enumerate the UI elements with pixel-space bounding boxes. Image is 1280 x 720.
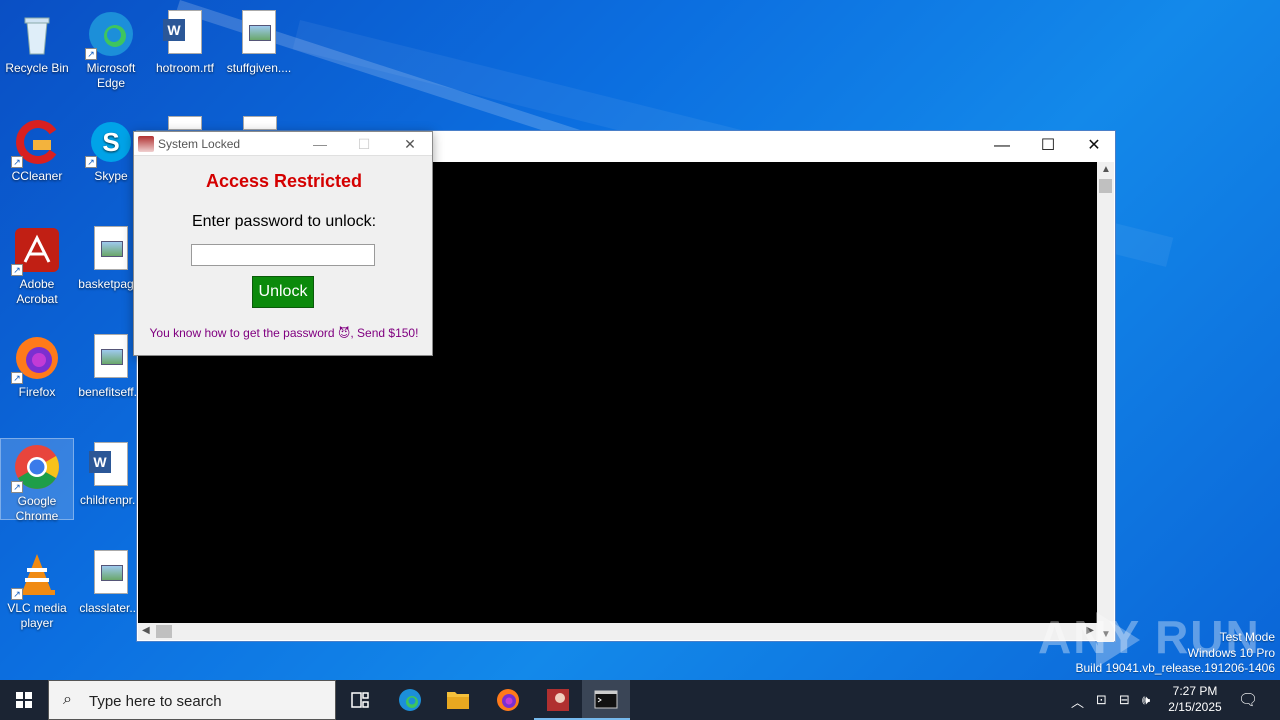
minimize-icon[interactable]: — bbox=[979, 131, 1025, 161]
recycle-bin-icon bbox=[13, 10, 61, 58]
task-view-icon bbox=[351, 692, 369, 708]
dialog-titlebar[interactable]: System Locked — ☐ ✕ bbox=[134, 132, 432, 156]
taskbar-clock[interactable]: 7:27 PM 2/15/2025 bbox=[1160, 683, 1230, 715]
os-version-label: Windows 10 Pro bbox=[1187, 645, 1275, 660]
system-locked-dialog[interactable]: System Locked — ☐ ✕ Access Restricted En… bbox=[133, 131, 433, 356]
start-button[interactable] bbox=[0, 680, 48, 720]
vlc-icon: ↗ bbox=[11, 550, 61, 600]
scroll-up-icon[interactable]: ▲ bbox=[1101, 164, 1111, 175]
maximize-icon: ☐ bbox=[357, 136, 371, 152]
edge-icon bbox=[399, 689, 421, 711]
ccleaner-icon: ↗ bbox=[11, 118, 61, 168]
password-prompt: Enter password to unlock: bbox=[191, 213, 377, 230]
test-mode-label: Test Mode bbox=[1219, 630, 1275, 644]
search-placeholder: Type here to search bbox=[89, 693, 222, 710]
desktop-icon-firefox[interactable]: ↗ Firefox bbox=[0, 330, 74, 400]
locker-app-icon bbox=[547, 689, 569, 711]
desktop-icon-label: Google Chrome bbox=[15, 494, 59, 523]
desktop-icon-hotroom[interactable]: W hotroom.rtf bbox=[148, 6, 222, 76]
desktop-icon-google-chrome[interactable]: ↗ Google Chrome bbox=[0, 438, 74, 523]
horizontal-scrollbar[interactable]: ◀ ▶ bbox=[138, 623, 1098, 640]
desktop-icon-label: hotroom.rtf bbox=[155, 61, 215, 75]
firefox-icon bbox=[497, 689, 519, 711]
image-file-icon bbox=[87, 226, 135, 274]
shortcut-arrow-icon: ↗ bbox=[11, 588, 23, 600]
windows-logo-icon bbox=[16, 692, 32, 708]
taskbar-file-explorer[interactable] bbox=[434, 680, 482, 720]
close-icon[interactable]: ✕ bbox=[1071, 131, 1117, 161]
hidden-file-icon bbox=[168, 116, 202, 130]
word-document-icon: W bbox=[161, 10, 209, 58]
build-label: Build 19041.vb_release.191206-1406 bbox=[1075, 661, 1276, 675]
hidden-file-icon bbox=[243, 116, 277, 130]
desktop-icon-label: VLC media player bbox=[7, 601, 67, 630]
taskbar-console[interactable] bbox=[582, 680, 630, 720]
app-icon bbox=[138, 136, 154, 152]
taskbar-search[interactable]: ⌕ Type here to search bbox=[48, 680, 336, 720]
desktop-icon-ccleaner[interactable]: ↗ CCleaner bbox=[0, 114, 74, 184]
taskbar-firefox[interactable] bbox=[484, 680, 532, 720]
notification-icon[interactable]: 🗨 bbox=[1238, 690, 1258, 710]
unlock-button[interactable]: Unlock bbox=[252, 276, 314, 308]
desktop-icon-label: CCleaner bbox=[11, 169, 63, 183]
shortcut-arrow-icon: ↗ bbox=[85, 48, 97, 60]
image-file-icon bbox=[235, 10, 283, 58]
meet-now-icon[interactable]: ⊡ bbox=[1096, 692, 1107, 708]
console-icon bbox=[594, 690, 618, 709]
password-input[interactable] bbox=[191, 244, 375, 266]
close-icon[interactable]: ✕ bbox=[388, 132, 432, 156]
taskbar-edge[interactable] bbox=[386, 680, 434, 720]
desktop-icon-label: Adobe Acrobat bbox=[16, 277, 58, 306]
taskbar-locker-app[interactable] bbox=[534, 680, 582, 720]
desktop-icon-adobe-acrobat[interactable]: ↗ Adobe Acrobat bbox=[0, 222, 74, 307]
search-icon: ⌕ bbox=[63, 691, 72, 708]
clock-date: 2/15/2025 bbox=[1168, 700, 1222, 714]
shortcut-arrow-icon: ↗ bbox=[11, 372, 23, 384]
network-icon[interactable]: ⊟ bbox=[1119, 692, 1130, 708]
shortcut-arrow-icon: ↗ bbox=[85, 156, 97, 168]
edge-icon: ↗ bbox=[85, 10, 135, 60]
ransom-note: You know how to get the password 😈, Send… bbox=[149, 326, 419, 340]
scroll-thumb[interactable] bbox=[156, 625, 172, 638]
skype-icon: S ↗ bbox=[85, 118, 135, 168]
image-file-icon bbox=[87, 334, 135, 382]
chevron-up-icon[interactable]: ︿ bbox=[1071, 692, 1084, 711]
shortcut-arrow-icon: ↗ bbox=[11, 156, 23, 168]
chrome-icon: ↗ bbox=[11, 443, 61, 493]
svg-text:S: S bbox=[102, 127, 119, 157]
volume-icon[interactable]: 🕪 bbox=[1142, 692, 1150, 708]
shortcut-arrow-icon: ↗ bbox=[11, 481, 23, 493]
desktop-icon-label: Recycle Bin bbox=[5, 61, 69, 75]
shortcut-arrow-icon: ↗ bbox=[11, 264, 23, 276]
desktop-icon-label: stuffgiven.... bbox=[226, 61, 292, 75]
system-info: Test Mode Windows 10 Pro Build 19041.vb_… bbox=[1076, 630, 1276, 677]
dialog-title: System Locked bbox=[158, 137, 241, 151]
desktop-icon-stuffgiven[interactable]: stuffgiven.... bbox=[222, 6, 296, 76]
desktop-icon-recycle-bin[interactable]: Recycle Bin bbox=[0, 6, 74, 76]
taskbar: ⌕ Type here to search ︿ ⊡ ⊟ 🕪 7:27 PM 2/… bbox=[0, 680, 1280, 720]
minimize-icon[interactable]: — bbox=[298, 132, 342, 156]
desktop-icon-label: Firefox bbox=[18, 385, 56, 399]
firefox-icon: ↗ bbox=[11, 334, 61, 384]
adobe-acrobat-icon: ↗ bbox=[11, 226, 61, 276]
desktop-icon-vlc[interactable]: ↗ VLC media player bbox=[0, 546, 74, 631]
dialog-heading: Access Restricted bbox=[205, 171, 363, 191]
word-document-icon: W bbox=[87, 442, 135, 490]
image-file-icon bbox=[87, 550, 135, 598]
folder-icon bbox=[447, 692, 469, 709]
scroll-thumb[interactable] bbox=[1099, 179, 1112, 193]
scroll-left-icon[interactable]: ◀ bbox=[142, 625, 150, 636]
clock-time: 7:27 PM bbox=[1172, 684, 1218, 698]
desktop-icon-label: Microsoft Edge bbox=[86, 61, 136, 90]
vertical-scrollbar[interactable]: ▲ ▼ bbox=[1097, 162, 1114, 642]
maximize-icon[interactable]: ☐ bbox=[1025, 131, 1071, 161]
task-view-button[interactable] bbox=[336, 680, 384, 720]
desktop-icon-edge[interactable]: ↗ Microsoft Edge bbox=[74, 6, 148, 91]
